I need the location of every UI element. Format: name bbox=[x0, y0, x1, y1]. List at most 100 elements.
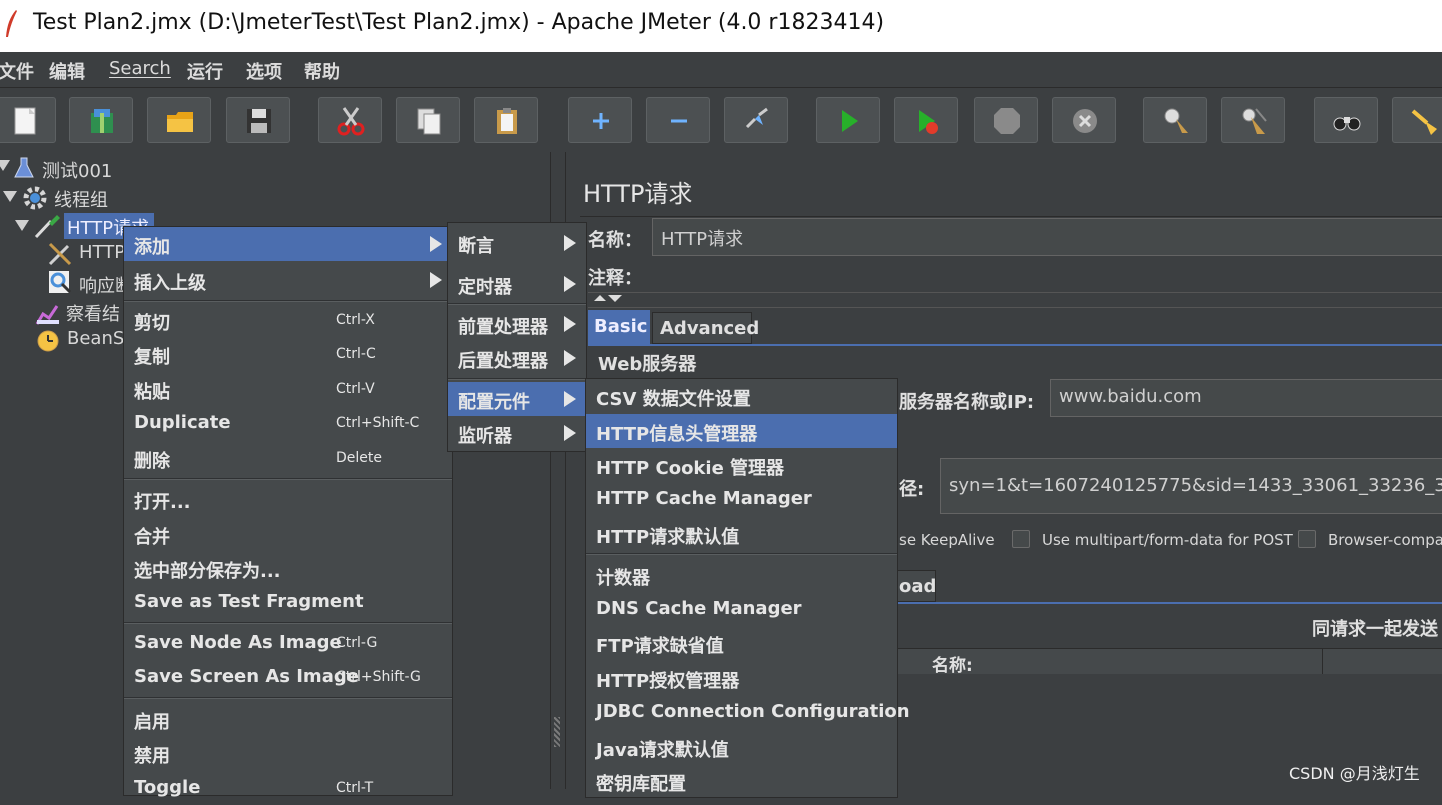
start-button[interactable] bbox=[816, 97, 880, 143]
start-no-pause-button[interactable] bbox=[894, 97, 958, 143]
stop-button[interactable] bbox=[974, 97, 1038, 143]
config-item-dns-cache-manager[interactable]: DNS Cache Manager bbox=[586, 592, 897, 626]
menu-item-save-node-image[interactable]: Save Node As Image Ctrl-G bbox=[124, 626, 452, 660]
submenu-item-listeners[interactable]: 监听器 bbox=[448, 416, 586, 450]
menu-item-disable[interactable]: 禁用 bbox=[124, 736, 452, 770]
comment-field[interactable] bbox=[648, 260, 1442, 290]
tab-advanced[interactable]: Advanced bbox=[652, 312, 759, 344]
comment-splitter[interactable] bbox=[588, 292, 1442, 308]
broom-icon bbox=[1411, 109, 1437, 135]
stop-icon bbox=[994, 108, 1020, 134]
submenu-item-assertions[interactable]: 断言 bbox=[448, 226, 586, 260]
templates-button[interactable] bbox=[69, 97, 133, 143]
tree-node-http-header[interactable]: HTTP bbox=[79, 242, 125, 263]
menu-item-save-screen-image[interactable]: Save Screen As Image Ctrl+Shift-G bbox=[124, 660, 452, 694]
window-title-bar: Test Plan2.jmx (D:\JmeterTest\Test Plan2… bbox=[0, 0, 1442, 52]
clear-button[interactable] bbox=[1143, 97, 1207, 143]
start-icon bbox=[842, 110, 858, 132]
menu-edit[interactable]: 编辑 bbox=[49, 58, 85, 84]
tree-node-test-plan[interactable]: 测试001 bbox=[42, 157, 112, 183]
collapse-arrow-icon[interactable] bbox=[0, 160, 10, 171]
expand-all-button[interactable] bbox=[568, 97, 632, 143]
config-item-keystore[interactable]: 密钥库配置 bbox=[586, 764, 897, 798]
config-item-http-header-manager[interactable]: HTTP信息头管理器 bbox=[586, 414, 897, 448]
path-field[interactable]: syn=1&t=1607240125775&sid=1433_33061_332… bbox=[940, 458, 1442, 514]
add-submenu: 断言 定时器 前置处理器 后置处理器 配置元件 监听器 bbox=[447, 222, 587, 452]
multipart-checkbox[interactable] bbox=[1012, 530, 1030, 548]
toggle-icon bbox=[745, 107, 768, 129]
submenu-item-post-processors[interactable]: 后置处理器 bbox=[448, 341, 586, 375]
up-arrow-icon[interactable] bbox=[594, 295, 606, 301]
tree-node-thread-group[interactable]: 线程组 bbox=[54, 186, 108, 212]
params-header: 同请求一起发送 bbox=[1312, 619, 1438, 640]
shutdown-button[interactable] bbox=[1052, 97, 1116, 143]
menu-run[interactable]: 运行 bbox=[187, 58, 223, 84]
copy-button[interactable] bbox=[396, 97, 460, 143]
search-button[interactable] bbox=[1314, 97, 1378, 143]
menu-help[interactable]: 帮助 bbox=[304, 58, 340, 84]
down-arrow-icon[interactable] bbox=[608, 295, 622, 302]
config-item-java-defaults[interactable]: Java请求默认值 bbox=[586, 730, 897, 764]
templates-icon bbox=[91, 109, 113, 133]
binoculars-icon bbox=[1333, 117, 1361, 131]
menu-item-enable[interactable]: 启用 bbox=[124, 702, 452, 736]
divider-grip[interactable] bbox=[554, 717, 560, 747]
save-button[interactable] bbox=[226, 97, 290, 143]
config-item-ftp-defaults[interactable]: FTP请求缺省值 bbox=[586, 626, 897, 660]
keepalive-label: se KeepAlive bbox=[899, 531, 995, 549]
params-table-header: 名称: bbox=[886, 648, 1442, 676]
collapse-arrow-icon[interactable] bbox=[3, 191, 17, 202]
submenu-item-timers[interactable]: 定时器 bbox=[448, 267, 586, 301]
config-element-submenu: CSV 数据文件设置 HTTP信息头管理器 HTTP Cookie 管理器 HT… bbox=[585, 378, 910, 798]
toggle-button[interactable] bbox=[724, 97, 788, 143]
config-item-jdbc-connection[interactable]: JDBC Connection Configuration bbox=[586, 695, 910, 729]
chart-icon bbox=[35, 305, 59, 325]
collapse-arrow-icon[interactable] bbox=[15, 220, 29, 231]
save-icon bbox=[247, 109, 271, 133]
menu-options[interactable]: 选项 bbox=[246, 58, 282, 84]
menu-item-paste[interactable]: 粘贴 Ctrl-V bbox=[124, 372, 452, 406]
paste-button[interactable] bbox=[474, 97, 538, 143]
new-icon bbox=[14, 107, 36, 135]
menu-item-save-fragment[interactable]: Save as Test Fragment bbox=[124, 585, 452, 619]
config-item-counter[interactable]: 计数器 bbox=[586, 558, 897, 592]
menu-item-copy[interactable]: 复制 Ctrl-C bbox=[124, 337, 452, 371]
collapse-all-button[interactable] bbox=[646, 97, 710, 143]
menu-item-merge[interactable]: 合并 bbox=[124, 517, 452, 551]
menu-search[interactable]: Search bbox=[109, 58, 171, 79]
tab-basic[interactable]: Basic bbox=[588, 310, 650, 344]
clear-all-icon bbox=[1242, 108, 1267, 134]
menu-item-delete[interactable]: 删除 Delete bbox=[124, 441, 452, 475]
new-button[interactable] bbox=[0, 97, 56, 143]
menu-item-add[interactable]: 添加 bbox=[124, 227, 452, 261]
clear-all-button[interactable] bbox=[1221, 97, 1285, 143]
name-column-header: 名称: bbox=[932, 656, 973, 676]
submenu-item-config-elements[interactable]: 配置元件 bbox=[448, 382, 586, 416]
path-label: 径: bbox=[899, 479, 925, 500]
toolbar bbox=[0, 88, 1442, 152]
config-item-csv-data-set[interactable]: CSV 数据文件设置 bbox=[586, 379, 897, 413]
open-button[interactable] bbox=[147, 97, 211, 143]
submenu-item-pre-processors[interactable]: 前置处理器 bbox=[448, 307, 586, 341]
server-field[interactable]: www.baidu.com bbox=[1050, 379, 1442, 417]
menu-item-open[interactable]: 打开... bbox=[124, 482, 452, 516]
tree-node-listener[interactable]: 察看结 bbox=[66, 300, 120, 326]
server-label: 服务器名称或IP: bbox=[899, 392, 1035, 413]
paste-icon bbox=[497, 108, 517, 134]
menu-file[interactable]: 文件 bbox=[0, 58, 34, 84]
copy-icon bbox=[417, 108, 441, 135]
tree-node-beanshell[interactable]: BeanS bbox=[67, 328, 124, 349]
browser-compatible-checkbox[interactable] bbox=[1298, 530, 1316, 548]
config-item-http-request-defaults[interactable]: HTTP请求默认值 bbox=[586, 517, 897, 551]
menu-item-toggle[interactable]: Toggle Ctrl-T bbox=[124, 771, 452, 805]
menu-item-cut[interactable]: 剪切 Ctrl-X bbox=[124, 303, 452, 337]
reset-search-button[interactable] bbox=[1392, 97, 1442, 143]
name-field[interactable]: HTTP请求 bbox=[652, 218, 1442, 256]
config-item-http-auth-manager[interactable]: HTTP授权管理器 bbox=[586, 661, 897, 695]
menu-item-duplicate[interactable]: Duplicate Ctrl+Shift-C bbox=[124, 406, 452, 440]
menu-item-save-selection[interactable]: 选中部分保存为... bbox=[124, 551, 452, 585]
menu-item-insert-parent[interactable]: 插入上级 bbox=[124, 263, 452, 297]
config-item-http-cache-manager[interactable]: HTTP Cache Manager bbox=[586, 482, 897, 516]
config-item-http-cookie-manager[interactable]: HTTP Cookie 管理器 bbox=[586, 448, 897, 482]
cut-button[interactable] bbox=[318, 97, 382, 143]
